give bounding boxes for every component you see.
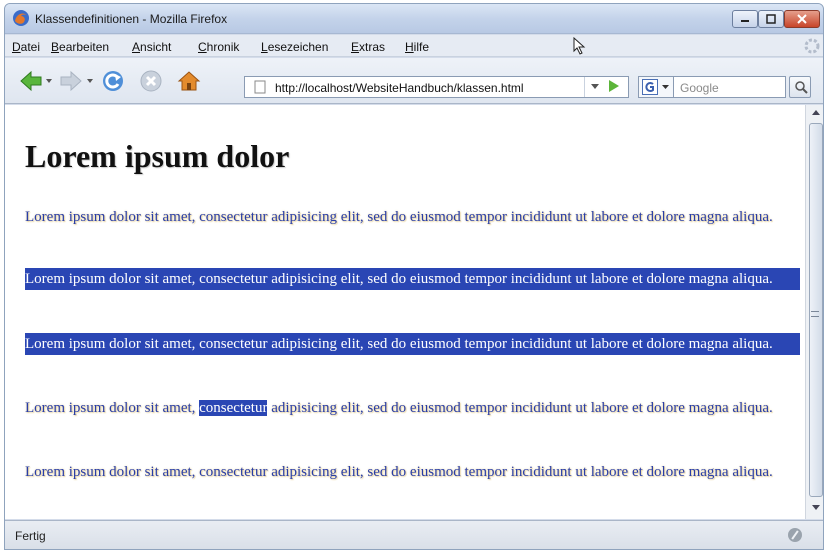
paragraph-3-highlighted: Lorem ipsum dolor sit amet, consectetur …: [25, 333, 800, 355]
search-placeholder: Google: [680, 81, 719, 95]
menu-extras[interactable]: Extras: [351, 40, 385, 54]
page-icon: [254, 80, 266, 94]
paragraph-5: Lorem ipsum dolor sit amet, consectetur …: [25, 464, 773, 480]
vertical-scrollbar[interactable]: [805, 105, 823, 519]
search-input[interactable]: Google: [674, 76, 786, 98]
google-icon: [642, 79, 658, 95]
menu-lesezeichen[interactable]: Lesezeichen: [261, 40, 328, 54]
address-url: http://localhost/WebsiteHandbuch/klassen…: [275, 81, 524, 95]
paragraph-4-end: adipisicing elit, sed do eiusmod tempor …: [267, 400, 773, 416]
address-dropdown-button[interactable]: [584, 77, 604, 97]
menu-chronik[interactable]: Chronik: [198, 40, 239, 54]
minimize-button[interactable]: [732, 10, 758, 28]
page-content: Lorem ipsum dolor Lorem ipsum dolor sit …: [5, 105, 805, 519]
paragraph-1: Lorem ipsum dolor sit amet, consectetur …: [25, 209, 773, 225]
no-security-icon: [788, 528, 802, 542]
menu-hilfe[interactable]: Hilfe: [405, 40, 429, 54]
scroll-up-arrow-icon[interactable]: [812, 110, 820, 115]
window-title: Klassendefinitionen - Mozilla Firefox: [35, 12, 228, 26]
firefox-icon: [13, 10, 29, 26]
title-bar: Klassendefinitionen - Mozilla Firefox: [5, 4, 823, 34]
go-button[interactable]: [609, 80, 619, 92]
menu-ansicht[interactable]: Ansicht: [132, 40, 171, 54]
scroll-thumb[interactable]: [809, 123, 823, 497]
scroll-grip-icon: [811, 311, 819, 317]
paragraph-2-highlighted: Lorem ipsum dolor sit amet, consectetur …: [25, 268, 800, 290]
page-heading: Lorem ipsum dolor: [25, 138, 290, 174]
status-bar: Fertig: [5, 520, 823, 549]
forward-history-dropdown-icon[interactable]: [87, 79, 93, 83]
close-icon: [797, 14, 807, 24]
back-icon[interactable]: [19, 69, 43, 93]
mouse-cursor-icon: [573, 37, 586, 55]
menu-bar: Datei Bearbeiten Ansicht Chronik Lesezei…: [5, 35, 823, 57]
address-bar[interactable]: http://localhost/WebsiteHandbuch/klassen…: [244, 76, 629, 98]
stop-icon[interactable]: [139, 69, 163, 93]
navigation-toolbar: http://localhost/WebsiteHandbuch/klassen…: [5, 58, 823, 104]
maximize-icon: [766, 14, 776, 24]
reload-icon[interactable]: [101, 69, 125, 93]
back-history-dropdown-icon[interactable]: [46, 79, 52, 83]
paragraph-4-start: Lorem ipsum dolor sit amet,: [25, 400, 200, 416]
search-engine-selector[interactable]: [638, 76, 674, 98]
minimize-icon: [741, 20, 749, 22]
close-button[interactable]: [784, 10, 820, 28]
maximize-button[interactable]: [758, 10, 784, 28]
forward-icon[interactable]: [59, 69, 83, 93]
search-icon: [795, 81, 808, 94]
browser-window: Klassendefinitionen - Mozilla Firefox Da…: [4, 3, 824, 550]
menu-datei[interactable]: Datei: [12, 40, 40, 54]
highlighted-word: consectetur: [199, 400, 268, 416]
search-button[interactable]: [789, 76, 811, 98]
chevron-down-icon: [590, 84, 599, 89]
chevron-down-icon: [662, 85, 669, 89]
home-icon[interactable]: [177, 69, 201, 93]
scroll-down-arrow-icon[interactable]: [812, 505, 820, 510]
throbber-icon: [804, 38, 820, 54]
paragraph-4: Lorem ipsum dolor sit amet, consectetur …: [25, 397, 801, 419]
menu-bearbeiten[interactable]: Bearbeiten: [51, 40, 109, 54]
status-text: Fertig: [15, 529, 46, 543]
